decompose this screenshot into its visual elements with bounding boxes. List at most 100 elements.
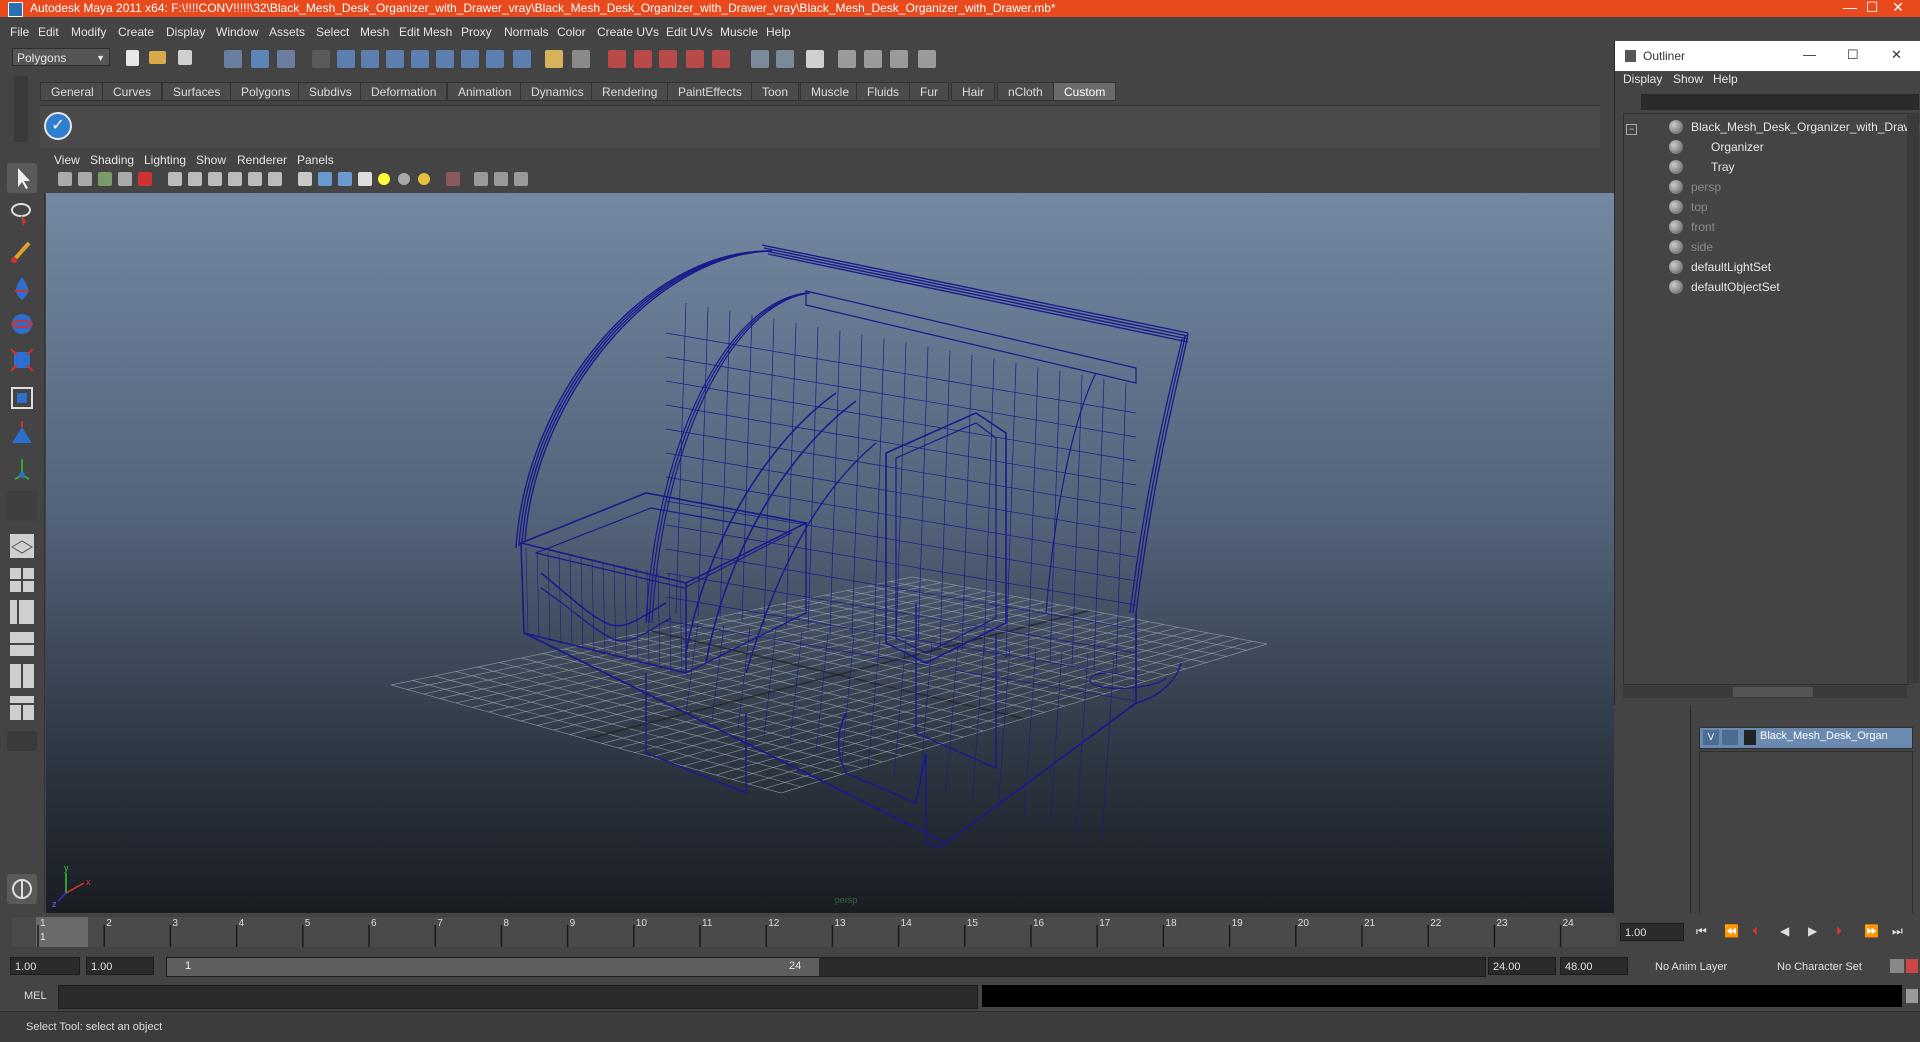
- isolate-select-icon[interactable]: [446, 172, 460, 186]
- script-editor-icon[interactable]: [7, 874, 37, 904]
- snap-curve-icon[interactable]: [634, 50, 652, 68]
- lock-selection-icon[interactable]: [545, 50, 563, 68]
- command-input[interactable]: [58, 985, 978, 1009]
- shelf-tab-custom[interactable]: Custom: [1053, 82, 1117, 101]
- resolution-gate-icon[interactable]: [208, 172, 222, 186]
- menu-proxy[interactable]: Proxy: [461, 25, 492, 39]
- film-gate-icon[interactable]: [188, 172, 202, 186]
- menu-create[interactable]: Create: [118, 25, 154, 39]
- layer-color-swatch[interactable]: [1744, 730, 1756, 745]
- universal-manipulator-icon[interactable]: [7, 383, 37, 413]
- layer-playback-toggle[interactable]: [1722, 730, 1738, 745]
- shelf-tab-ncloth[interactable]: nCloth: [997, 82, 1054, 101]
- menu-assets[interactable]: Assets: [269, 25, 305, 39]
- xray-components-icon[interactable]: [514, 172, 528, 186]
- select-by-hierarchy-icon[interactable]: [224, 50, 242, 68]
- layer-row[interactable]: V Black_Mesh_Desk_Organ: [1699, 727, 1913, 749]
- menu-help[interactable]: Help: [766, 25, 791, 39]
- shelf-tab-hair[interactable]: Hair: [951, 82, 996, 101]
- outliner-filter-input[interactable]: [1641, 94, 1919, 110]
- rotate-tool-icon[interactable]: [7, 309, 37, 339]
- panel-menu-show[interactable]: Show: [196, 153, 226, 167]
- persp-graph-layout-icon[interactable]: [7, 629, 37, 659]
- persp-outliner-layout-icon[interactable]: [7, 597, 37, 627]
- step-forward-key-icon[interactable]: ⏩: [1864, 924, 1879, 938]
- outliner-menu-display[interactable]: Display: [1623, 72, 1662, 86]
- menu-modify[interactable]: Modify: [71, 25, 106, 39]
- camera-attributes-icon[interactable]: [78, 172, 92, 186]
- menu-edit-uvs[interactable]: Edit UVs: [666, 25, 713, 39]
- perspective-viewport[interactable]: x y z persp: [46, 193, 1614, 913]
- menu-window[interactable]: Window: [216, 25, 259, 39]
- open-scene-icon[interactable]: [149, 51, 166, 64]
- menu-create-uvs[interactable]: Create UVs: [597, 25, 659, 39]
- outliner-item[interactable]: defaultLightSet: [1623, 257, 1907, 277]
- shelf-tab-muscle[interactable]: Muscle: [800, 82, 861, 101]
- show-manipulator-icon[interactable]: [7, 455, 37, 485]
- select-joints-icon[interactable]: [361, 50, 379, 68]
- bookmarks-icon[interactable]: [98, 172, 112, 186]
- playback-start-field[interactable]: 1.00: [86, 957, 154, 975]
- panel-menu-renderer[interactable]: Renderer: [237, 153, 287, 167]
- select-by-component-icon[interactable]: [277, 50, 295, 68]
- range-bar[interactable]: 1 24: [166, 957, 1486, 977]
- play-backwards-icon[interactable]: ◀: [1780, 924, 1789, 938]
- select-dynamics-icon[interactable]: [461, 50, 479, 68]
- step-back-frame-icon[interactable]: ⏴: [1752, 924, 1758, 939]
- layer-visibility-toggle[interactable]: V: [1703, 730, 1719, 745]
- go-to-end-icon[interactable]: ⏭: [1892, 924, 1903, 939]
- layout-more-icon[interactable]: [7, 731, 37, 751]
- snap-point-icon[interactable]: [659, 50, 677, 68]
- select-camera-icon[interactable]: [58, 172, 72, 186]
- menu-display[interactable]: Display: [166, 25, 205, 39]
- shadows-icon[interactable]: [418, 173, 430, 185]
- shelf-tab-deformation[interactable]: Deformation: [360, 82, 448, 101]
- textured-icon[interactable]: [358, 172, 372, 186]
- script-editor-button-icon[interactable]: [1906, 989, 1918, 1003]
- outliner-item[interactable]: Black_Mesh_Desk_Organizer_with_Drawer: [1623, 117, 1920, 137]
- outliner-menu-help[interactable]: Help: [1713, 72, 1738, 86]
- all-lights-icon[interactable]: [398, 173, 410, 185]
- four-view-layout-icon[interactable]: [7, 565, 37, 595]
- hypershade-layout-icon[interactable]: [7, 661, 37, 691]
- shelf-tab-fluids[interactable]: Fluids: [856, 82, 911, 101]
- time-ruler[interactable]: 11 2 3 4 5 6 7 8 9 10 11 12 13 14 15 16 17 18 19 20 21 22 23 24: [0, 913, 1620, 953]
- outliner-item[interactable]: front: [1623, 217, 1907, 237]
- image-plane-icon[interactable]: [118, 172, 132, 186]
- make-live-icon[interactable]: [712, 50, 730, 68]
- shelf-tab-toon[interactable]: Toon: [751, 82, 800, 101]
- character-set-select[interactable]: No Character Set: [1772, 957, 1882, 975]
- input-ops-icon[interactable]: [751, 50, 769, 68]
- xray-icon[interactable]: [474, 172, 488, 186]
- panel-menu-lighting[interactable]: Lighting: [144, 153, 186, 167]
- select-rendering-icon[interactable]: [486, 50, 504, 68]
- outliner-item[interactable]: Organizer: [1623, 137, 1907, 157]
- select-tool-icon[interactable]: [7, 163, 37, 193]
- paint-select-tool-icon[interactable]: [7, 237, 37, 267]
- end-time-field[interactable]: 48.00: [1560, 957, 1628, 975]
- select-deformations-icon[interactable]: [436, 50, 454, 68]
- hypershade-icon[interactable]: [918, 50, 936, 68]
- field-chart-icon[interactable]: [248, 172, 262, 186]
- shelf-tab-subdivs[interactable]: Subdivs: [298, 82, 363, 101]
- horizontal-scroll-thumb[interactable]: [1733, 687, 1813, 697]
- shelf-tab-painteffects[interactable]: PaintEffects: [667, 82, 753, 101]
- shelf-tab-surfaces[interactable]: Surfaces: [162, 82, 232, 101]
- last-tool-icon[interactable]: [7, 491, 37, 521]
- gate-mask-icon[interactable]: [228, 172, 242, 186]
- outliner-layout-icon[interactable]: [7, 693, 37, 723]
- construction-history-icon[interactable]: [806, 50, 824, 68]
- step-back-key-icon[interactable]: ⏪: [1724, 924, 1739, 938]
- time-ruler-background[interactable]: [12, 917, 1616, 947]
- outliner-item[interactable]: defaultObjectSet: [1623, 277, 1907, 297]
- panel-menu-view[interactable]: View: [54, 153, 80, 167]
- outliner-item[interactable]: side: [1623, 237, 1907, 257]
- outliner-item[interactable]: persp: [1623, 177, 1907, 197]
- default-light-icon[interactable]: [378, 173, 390, 185]
- scale-tool-icon[interactable]: [7, 345, 37, 375]
- menu-muscle[interactable]: Muscle: [720, 25, 758, 39]
- time-slider[interactable]: 1 1 2 3 4 5 6 7 8 9 10 11 12 13 14 15 16 17 18 19 20 21 22 23 24…: [0, 913, 1920, 953]
- menu-mesh[interactable]: Mesh: [360, 25, 389, 39]
- two-d-pan-zoom-icon[interactable]: [138, 172, 152, 186]
- auto-key-icon[interactable]: [1890, 959, 1904, 973]
